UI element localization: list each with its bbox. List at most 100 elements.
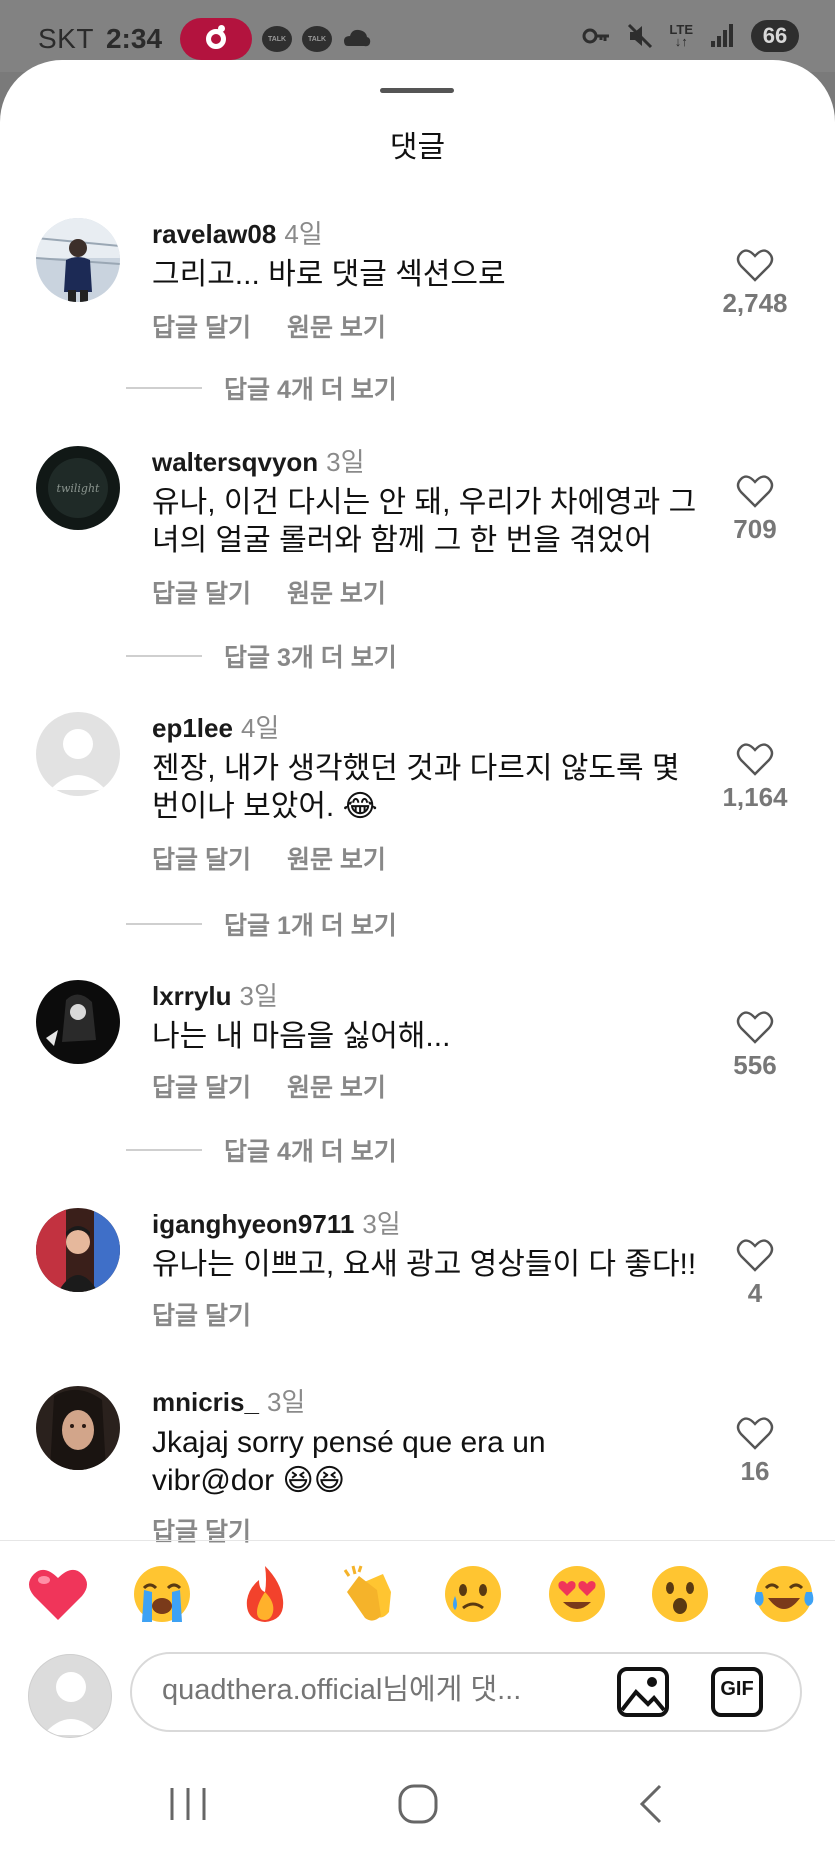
- avatar[interactable]: twilight: [36, 446, 120, 530]
- tears-of-joy-emoji-icon[interactable]: [752, 1562, 816, 1626]
- reply-button[interactable]: 답글 달기: [152, 314, 251, 342]
- see-original-button[interactable]: 원문 보기: [287, 580, 386, 608]
- fire-emoji-icon[interactable]: [233, 1562, 297, 1626]
- comment-actions: 답글 달기: [152, 1512, 251, 1548]
- comment-time: 3일: [266, 1387, 306, 1417]
- battery-indicator: 66: [751, 20, 799, 52]
- heart-eyes-emoji-icon[interactable]: [545, 1562, 609, 1626]
- heart-icon: [736, 1417, 774, 1450]
- comments-sheet: 댓글 ravelaw08 4일 그리고... 바로 댓글 섹션으로 답글 달기 원문…: [0, 60, 835, 1856]
- avatar[interactable]: [36, 980, 120, 1064]
- key-icon: [582, 28, 610, 44]
- comment-header: ep1lee 4일: [152, 708, 279, 745]
- heart-icon: [736, 1011, 774, 1044]
- clapping-hands-emoji-icon[interactable]: [337, 1562, 401, 1626]
- gif-label: GIF: [720, 1678, 754, 1700]
- view-more-replies-label[interactable]: 답글 4개 더 보기: [224, 1132, 397, 1168]
- system-navigation-bar: [0, 1760, 835, 1856]
- like-count: 709: [733, 514, 777, 544]
- like-button[interactable]: 556: [715, 1010, 795, 1081]
- comment-actions: 답글 달기: [152, 1296, 251, 1332]
- talk-icon: TALK: [262, 26, 293, 52]
- comment-username[interactable]: ravelaw08: [152, 219, 276, 249]
- comment-time: 4일: [284, 219, 323, 249]
- comment-actions: 답글 달기 원문 보기: [152, 308, 386, 344]
- heart-icon: [736, 1239, 774, 1272]
- view-more-replies[interactable]: 답글 4개 더 보기: [126, 1132, 397, 1168]
- see-original-button[interactable]: 원문 보기: [287, 314, 386, 342]
- crying-face-emoji-icon[interactable]: [441, 1562, 505, 1626]
- view-more-replies-label[interactable]: 답글 4개 더 보기: [224, 370, 397, 406]
- see-original-button[interactable]: 원문 보기: [287, 846, 386, 874]
- reply-button[interactable]: 답글 달기: [152, 846, 251, 874]
- comment-time: 3일: [239, 981, 278, 1011]
- reply-button[interactable]: 답글 달기: [152, 1074, 251, 1102]
- surprised-emoji-icon[interactable]: [648, 1562, 712, 1626]
- comment-text: 젠장, 내가 생각했던 것과 다르지 않도록 몇 번이나 보았어. 😂: [152, 752, 680, 823]
- comment-username[interactable]: mnicris_: [152, 1387, 259, 1417]
- mute-icon: [628, 23, 653, 49]
- comment-actions: 답글 달기 원문 보기: [152, 1068, 386, 1104]
- like-button[interactable]: 1,164: [715, 742, 795, 813]
- loudly-crying-emoji-icon[interactable]: [130, 1562, 194, 1626]
- my-avatar[interactable]: [28, 1654, 112, 1738]
- reply-button[interactable]: 답글 달기: [152, 1302, 251, 1330]
- view-more-replies-label[interactable]: 답글 1개 더 보기: [224, 906, 397, 942]
- comment-text: 유나, 이건 다시는 안 돼, 우리가 차에영과 그녀의 얼굴 롤러와 함께 그…: [152, 486, 697, 557]
- avatar[interactable]: [36, 218, 120, 302]
- comment-header: mnicris_ 3일: [152, 1382, 305, 1419]
- comment-header: iganghyeon9711 3일: [152, 1204, 401, 1241]
- comment-username[interactable]: waltersqvyon: [152, 447, 318, 477]
- divider: [0, 1540, 835, 1541]
- comment-actions: 답글 달기 원문 보기: [152, 574, 386, 610]
- image-icon[interactable]: [616, 1666, 670, 1718]
- heart-icon: [736, 249, 774, 282]
- like-count: 2,748: [722, 288, 788, 318]
- like-count: 4: [747, 1278, 763, 1308]
- comment-username[interactable]: lxrrylu: [152, 981, 232, 1011]
- recording-icon: [180, 18, 253, 60]
- comment-time: 3일: [362, 1209, 401, 1239]
- carrier-label: SKT: [38, 23, 94, 54]
- like-count: 1,164: [722, 782, 788, 812]
- reply-button[interactable]: 답글 달기: [152, 1518, 251, 1546]
- talk-icon: TALK: [302, 26, 333, 52]
- drag-handle[interactable]: [380, 88, 454, 93]
- view-more-replies[interactable]: 답글 4개 더 보기: [126, 370, 397, 406]
- view-more-replies-label[interactable]: 답글 3개 더 보기: [224, 638, 397, 674]
- back-icon[interactable]: [622, 1774, 682, 1834]
- gif-button[interactable]: GIF: [710, 1666, 764, 1718]
- comment-username[interactable]: ep1lee: [152, 713, 233, 743]
- clock: 2:34: [105, 23, 163, 54]
- heart-icon: [736, 743, 774, 776]
- like-button[interactable]: 16: [715, 1416, 795, 1487]
- emoji-reaction-bar: [26, 1562, 816, 1626]
- avatar[interactable]: [36, 712, 120, 796]
- comment-header: lxrrylu 3일: [152, 976, 278, 1013]
- like-count: 16: [740, 1456, 770, 1486]
- heart-emoji-icon[interactable]: [26, 1562, 90, 1626]
- reply-button[interactable]: 답글 달기: [152, 580, 251, 608]
- like-button[interactable]: 709: [715, 474, 795, 545]
- comment-header: waltersqvyon 3일: [152, 442, 365, 479]
- svg-text:twilight: twilight: [57, 482, 101, 495]
- see-original-button[interactable]: 원문 보기: [287, 1074, 386, 1102]
- comment-time: 3일: [326, 447, 365, 477]
- comment-input[interactable]: [162, 1674, 582, 1707]
- sheet-title: 댓글: [389, 131, 446, 164]
- comment-time: 4일: [240, 713, 280, 743]
- comment-username[interactable]: iganghyeon9711: [152, 1209, 354, 1239]
- comment-header: ravelaw08 4일: [152, 214, 323, 251]
- comment-text: Jkajaj sorry pensé que era un vibr@dor 😆…: [152, 1426, 546, 1497]
- avatar[interactable]: [36, 1208, 120, 1292]
- recent-apps-icon[interactable]: [158, 1774, 218, 1834]
- network-label: LTE ↓↑: [669, 22, 693, 49]
- view-more-replies[interactable]: 답글 1개 더 보기: [126, 906, 397, 942]
- view-more-replies[interactable]: 답글 3개 더 보기: [126, 638, 397, 674]
- home-icon[interactable]: [388, 1774, 448, 1834]
- comment-input-box[interactable]: GIF: [130, 1652, 802, 1732]
- like-button[interactable]: 2,748: [715, 248, 795, 319]
- avatar[interactable]: [36, 1386, 120, 1470]
- like-button[interactable]: 4: [715, 1238, 795, 1309]
- comment-text: 나는 내 마음을 싫어해...: [152, 1020, 451, 1053]
